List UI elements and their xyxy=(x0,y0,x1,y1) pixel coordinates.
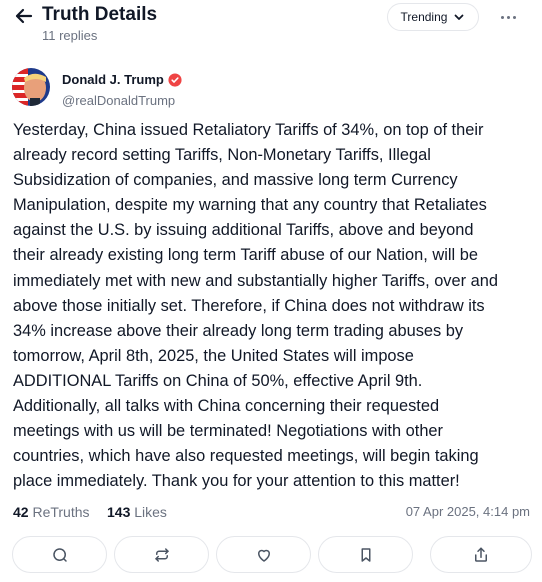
post-line: ADDITIONAL Tariffs on China of 50%, effe… xyxy=(13,371,423,390)
page-header: Truth Details 11 replies Trending xyxy=(0,0,542,56)
post-timestamp: 07 Apr 2025, 4:14 pm xyxy=(405,504,530,519)
post-line: against the U.S. by issuing additional T… xyxy=(13,221,474,240)
likes-label: Likes xyxy=(134,504,167,520)
post-line: their already existing long term Tariff … xyxy=(13,246,478,265)
ellipsis-icon xyxy=(500,15,504,19)
post-line: already record setting Tariffs, Non-Mone… xyxy=(13,146,431,165)
post-line: Manipulation, despite my warning that an… xyxy=(13,196,487,215)
post-line: Subsidization of companies, and massive … xyxy=(13,171,458,190)
repost-icon xyxy=(154,547,169,562)
post-line: Additionally, all talks with China conce… xyxy=(13,397,440,416)
reply-count: 11 replies xyxy=(42,28,98,43)
bookmark-button[interactable] xyxy=(318,536,413,573)
avatar[interactable] xyxy=(12,68,50,106)
post-text: Yesterday, China issued Retaliatory Tari… xyxy=(13,118,533,494)
likes-count: 143 xyxy=(107,504,131,520)
post-line: countries, which have also requested mee… xyxy=(13,447,479,466)
chevron-down-icon xyxy=(455,14,464,20)
likes-stat[interactable]: 143 Likes xyxy=(107,504,167,520)
post-line: immediately met with new and substantial… xyxy=(13,271,498,290)
post-actions xyxy=(12,536,532,574)
post-line: 34% increase above their already long te… xyxy=(13,321,464,340)
bookmark-icon xyxy=(361,547,370,562)
sort-dropdown[interactable]: Trending xyxy=(387,3,479,31)
more-options-button[interactable] xyxy=(494,6,522,28)
share-button[interactable] xyxy=(430,536,532,573)
post-line: tomorrow, April 8th, 2025, the United St… xyxy=(13,346,414,365)
post-line: above those initially set. Therefore, if… xyxy=(13,296,485,315)
post-line: place immediately. Thank you for your at… xyxy=(13,472,460,491)
author-name[interactable]: Donald J. Trump xyxy=(62,72,164,87)
comment-icon xyxy=(52,547,67,562)
post-line: Yesterday, China issued Retaliatory Tari… xyxy=(13,121,484,139)
heart-icon xyxy=(257,549,270,562)
author-handle[interactable]: @realDonaldTrump xyxy=(62,93,175,108)
retruths-label: ReTruths xyxy=(32,504,90,520)
post-line: meetings with us will be terminated! Neg… xyxy=(13,422,444,441)
reply-button[interactable] xyxy=(12,536,107,573)
page-title: Truth Details xyxy=(42,4,158,25)
arrow-left-icon xyxy=(15,8,33,24)
back-button[interactable] xyxy=(12,4,36,28)
retruths-count: 42 xyxy=(13,504,29,520)
post-stats: 42 ReTruths 143 Likes 07 Apr 2025, 4:14 … xyxy=(13,504,530,524)
retruths-stat[interactable]: 42 ReTruths xyxy=(13,504,90,520)
sort-label: Trending xyxy=(400,10,448,24)
verified-badge-icon xyxy=(168,72,182,87)
share-icon xyxy=(475,547,487,562)
post-author: Donald J. Trump @realDonaldTrump xyxy=(12,68,412,108)
like-button[interactable] xyxy=(216,536,311,573)
retruth-button[interactable] xyxy=(114,536,209,573)
